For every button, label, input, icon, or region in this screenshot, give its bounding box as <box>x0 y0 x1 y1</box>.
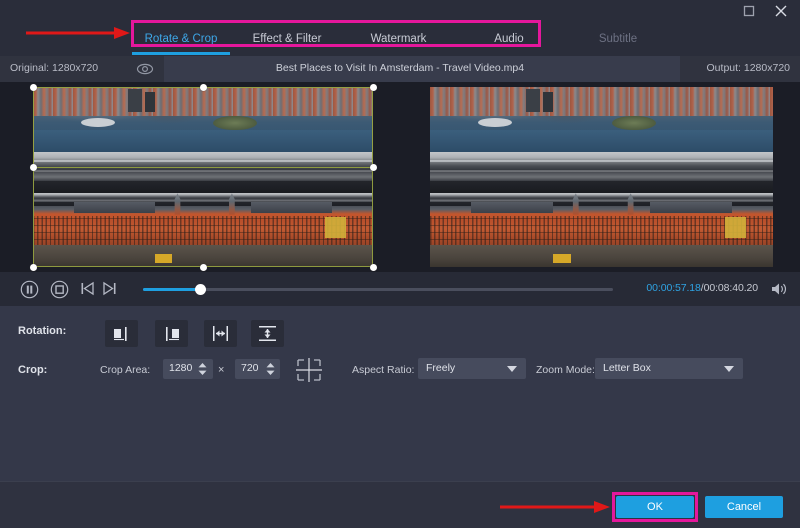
zoom-mode-label: Zoom Mode: <box>536 364 595 376</box>
stop-icon[interactable] <box>50 280 69 304</box>
water-region <box>430 130 773 152</box>
current-time: 00:00:57.18 <box>646 282 700 294</box>
tab-label: Audio <box>494 33 523 45</box>
crop-width-stepper[interactable] <box>196 359 209 379</box>
tower-building <box>543 92 553 112</box>
building-windows <box>33 216 373 247</box>
tab-label: Subtitle <box>599 33 637 45</box>
crane-vehicle <box>155 254 172 263</box>
zoom-mode-select[interactable]: Letter Box <box>595 358 743 379</box>
crop-handle-bottom-left[interactable] <box>30 264 37 271</box>
aspect-ratio-select[interactable]: Freely <box>418 358 526 379</box>
maximize-icon[interactable] <box>740 2 758 20</box>
preview-area <box>0 82 800 272</box>
yellow-area <box>725 217 746 239</box>
title-bar <box>0 0 800 22</box>
island-white <box>81 118 115 127</box>
crop-width-value: 1280 <box>169 362 192 374</box>
aspect-ratio-value: Freely <box>426 362 455 374</box>
source-video-frame <box>33 87 373 267</box>
seek-handle[interactable] <box>195 284 206 295</box>
shadow-band <box>33 181 373 194</box>
output-video-frame <box>430 87 773 267</box>
crop-height-stepper[interactable] <box>264 359 277 379</box>
shadow-band <box>430 181 773 194</box>
output-preview-pane[interactable] <box>400 82 800 272</box>
rotate-right-icon[interactable] <box>155 320 188 347</box>
window-controls <box>740 2 790 20</box>
info-strip: Original: 1280x720 Best Places to Visit … <box>0 56 800 82</box>
tower-building <box>145 92 155 112</box>
aspect-ratio-label: Aspect Ratio: <box>352 364 414 376</box>
tab-audio[interactable]: Audio <box>455 22 563 56</box>
crop-grid-icon[interactable] <box>294 356 324 389</box>
platform-band <box>430 193 773 202</box>
player-controls-bar: 00:00:57.18/00:08:40.20 <box>0 272 800 306</box>
building-roof-right <box>650 202 732 213</box>
city-skyline-band <box>430 87 773 116</box>
crop-handle-top-left[interactable] <box>30 84 37 91</box>
crop-height-value: 720 <box>241 362 259 374</box>
tab-rotate-crop[interactable]: Rotate & Crop <box>130 22 232 56</box>
seek-progress <box>143 288 201 291</box>
tower-building <box>526 89 540 112</box>
output-resolution-label: Output: 1280x720 <box>707 62 790 74</box>
tab-label: Watermark <box>371 33 427 45</box>
station-roof-band <box>33 152 373 181</box>
crop-handle-bottom-center[interactable] <box>200 264 207 271</box>
source-preview-pane[interactable] <box>0 82 400 272</box>
volume-icon[interactable] <box>770 281 788 302</box>
crop-handle-bottom-right[interactable] <box>370 264 377 271</box>
ground-plaza <box>430 245 773 267</box>
edit-controls-panel: Rotation: <box>0 306 800 481</box>
tab-bar: Rotate & Crop Effect & Filter Watermark … <box>0 22 800 56</box>
rotation-label: Rotation: <box>18 325 66 337</box>
chevron-down-icon <box>507 366 517 372</box>
tab-label: Rotate & Crop <box>145 33 218 45</box>
crane-vehicle <box>553 254 570 263</box>
next-frame-icon[interactable] <box>101 280 118 302</box>
platform-band <box>33 193 373 202</box>
crop-handle-top-right[interactable] <box>370 84 377 91</box>
previous-frame-icon[interactable] <box>79 280 96 302</box>
tab-label: Effect & Filter <box>253 33 322 45</box>
island-white <box>478 118 512 127</box>
city-skyline-band <box>33 87 373 116</box>
video-editor-window: Rotate & Crop Effect & Filter Watermark … <box>0 0 800 528</box>
rotate-left-icon[interactable] <box>105 320 138 347</box>
zoom-mode-value: Letter Box <box>603 362 651 374</box>
flip-horizontal-icon[interactable] <box>204 320 237 347</box>
chevron-down-icon <box>724 366 734 372</box>
water-region <box>33 130 373 152</box>
station-roof-band <box>430 152 773 181</box>
ok-button[interactable]: OK <box>616 496 694 518</box>
building-roof-left <box>471 202 553 213</box>
tab-watermark[interactable]: Watermark <box>342 22 455 56</box>
total-time: 00:08:40.20 <box>704 282 758 294</box>
crop-label: Crop: <box>18 364 47 376</box>
file-title: Best Places to Visit In Amsterdam - Trav… <box>0 62 800 74</box>
tower-building <box>128 89 142 112</box>
building-windows <box>430 216 773 247</box>
flip-vertical-icon[interactable] <box>251 320 284 347</box>
active-tab-indicator <box>132 52 230 55</box>
timecode-display: 00:00:57.18/00:08:40.20 <box>646 282 758 294</box>
tab-subtitle[interactable]: Subtitle <box>563 22 673 56</box>
dimension-separator: × <box>218 364 224 376</box>
tab-effect-filter[interactable]: Effect & Filter <box>232 22 342 56</box>
crop-handle-mid-right[interactable] <box>370 164 377 171</box>
crop-handle-mid-left[interactable] <box>30 164 37 171</box>
crop-handle-top-center[interactable] <box>200 84 207 91</box>
tab-list: Rotate & Crop Effect & Filter Watermark … <box>130 22 673 56</box>
crop-area-label: Crop Area: <box>100 364 150 376</box>
building-roof-left <box>74 202 156 213</box>
yellow-area <box>325 217 345 239</box>
seek-bar[interactable] <box>143 288 613 291</box>
close-icon[interactable] <box>772 2 790 20</box>
pause-icon[interactable] <box>20 280 39 304</box>
cancel-button[interactable]: Cancel <box>705 496 783 518</box>
building-roof-right <box>251 202 333 213</box>
